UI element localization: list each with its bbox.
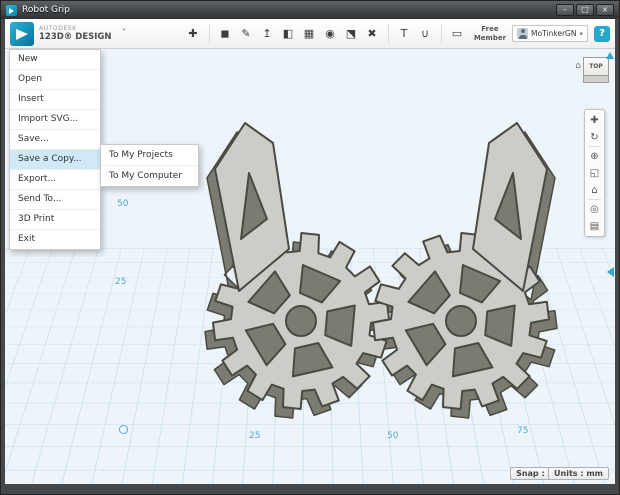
measure-icon[interactable]: ▭ [449, 24, 466, 44]
menu-item-save[interactable]: Save... [10, 130, 100, 150]
help-button[interactable]: ? [594, 26, 610, 42]
combine-icon[interactable]: ⬔ [343, 24, 360, 44]
toolbar-icon-row: ✚ ◼ ✎ ↥ ◧ ▦ ◉ ⬔ ✖ T ∪ ▭ [185, 24, 466, 44]
close-button[interactable]: × [596, 4, 614, 16]
submenu-item-to-my-projects[interactable]: To My Projects [101, 145, 198, 166]
app-menu-logo[interactable] [10, 22, 34, 46]
snap-icon[interactable]: ∪ [417, 24, 434, 44]
window-title: Robot Grip [22, 5, 70, 15]
orbit-icon[interactable]: ↻ [586, 129, 603, 145]
transform-icon[interactable]: ✚ [185, 24, 202, 44]
navigation-toolbar: ✚ ↻ ⊕ ◱ ⌂ ◎ ▤ [584, 109, 605, 237]
free-member-line2: Member [474, 34, 506, 42]
menu-item-new[interactable]: New [10, 50, 100, 70]
maximize-button[interactable]: □ [576, 4, 594, 16]
delete-icon[interactable]: ✖ [364, 24, 381, 44]
units-setting[interactable]: Units : mm [548, 467, 609, 480]
panel-collapse-left-icon[interactable] [607, 267, 614, 277]
app-window: Robot Grip – □ × AUTODESK 123D® DESIGN ˅… [0, 0, 620, 495]
minimize-button[interactable]: – [556, 4, 574, 16]
menu-item-import-svg[interactable]: Import SVG... [10, 110, 100, 130]
view-cube-top-face[interactable]: TOP [583, 57, 609, 76]
toolbar-divider [441, 24, 442, 44]
view-cube-group: ⌂ TOP [575, 57, 609, 83]
zoom-icon[interactable]: ⊕ [586, 148, 603, 164]
brand-line1: AUTODESK [39, 26, 112, 32]
nav-divider [588, 199, 601, 200]
view-cube-front-face[interactable] [583, 76, 609, 83]
construct-icon[interactable]: ↥ [259, 24, 276, 44]
save-a-copy-submenu: To My Projects To My Computer [100, 144, 199, 187]
user-caret-icon: ▾ [579, 30, 583, 38]
material-icon[interactable]: ▤ [586, 218, 603, 234]
nav-divider [588, 146, 601, 147]
toolbar-divider [388, 24, 389, 44]
free-member-line1: Free [474, 25, 506, 33]
menu-item-save-a-copy[interactable]: Save a Copy... [10, 150, 100, 170]
sketch-icon[interactable]: ✎ [238, 24, 255, 44]
home-view-icon[interactable]: ⌂ [575, 61, 581, 71]
menu-item-export[interactable]: Export... [10, 170, 100, 190]
titlebar: Robot Grip – □ × [1, 1, 619, 19]
brand-text: AUTODESK 123D® DESIGN [39, 26, 112, 42]
menu-item-send-to[interactable]: Send To... [10, 190, 100, 210]
panel-collapse-up-icon[interactable] [606, 52, 614, 59]
text-icon[interactable]: T [396, 24, 413, 44]
user-menu[interactable]: MoTinkerGN ▾ [512, 25, 588, 42]
app-icon [6, 5, 17, 16]
visibility-icon[interactable]: ◎ [586, 201, 603, 217]
menu-item-exit[interactable]: Exit [10, 230, 100, 249]
viewport-canvas[interactable]: 25 50 75 50 25 ⌂ TOP ✚ ↻ ⊕ ◱ ⌂ ◎ ▤ [5, 49, 615, 484]
grouping-icon[interactable]: ◉ [322, 24, 339, 44]
file-menu: New Open Insert Import SVG... Save... Sa… [9, 49, 101, 250]
modify-icon[interactable]: ◧ [280, 24, 297, 44]
app-menu-caret-icon[interactable]: ˅ [122, 28, 127, 39]
pan-icon[interactable]: ✚ [586, 112, 603, 128]
pattern-icon[interactable]: ▦ [301, 24, 318, 44]
menu-item-3d-print[interactable]: 3D Print [10, 210, 100, 230]
menu-item-open[interactable]: Open [10, 70, 100, 90]
primitives-icon[interactable]: ◼ [217, 24, 234, 44]
menu-item-insert[interactable]: Insert [10, 90, 100, 110]
toolbar-divider [209, 24, 210, 44]
free-member-label: Free Member [474, 25, 506, 42]
avatar-icon [517, 28, 528, 39]
user-name: MoTinkerGN [531, 29, 576, 38]
main-toolbar: AUTODESK 123D® DESIGN ˅ ✚ ◼ ✎ ↥ ◧ ▦ ◉ ⬔ … [5, 19, 615, 49]
zoom-window-icon[interactable]: ◱ [586, 165, 603, 181]
brand-line2: 123D® DESIGN [39, 33, 112, 42]
submenu-item-to-my-computer[interactable]: To My Computer [101, 166, 198, 186]
view-cube[interactable]: TOP [583, 57, 609, 83]
fit-view-icon[interactable]: ⌂ [586, 182, 603, 198]
